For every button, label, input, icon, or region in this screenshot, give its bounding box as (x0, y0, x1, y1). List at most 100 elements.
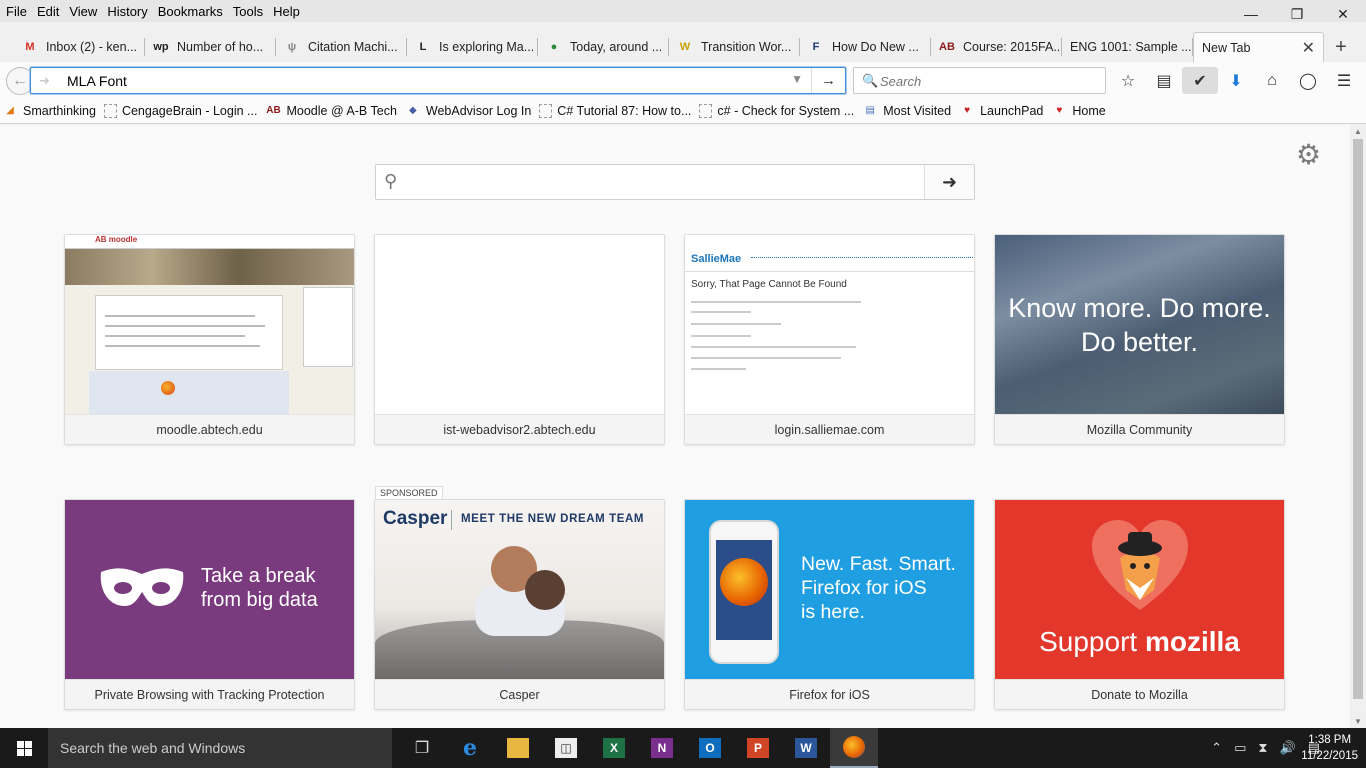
navigation-bar: ← ➜ MLA Font ▼ → 🔍 Search ☆ ▤ ✔ ⬇ ⌂ ◯ ☰ (0, 62, 1366, 98)
forward-arrow-icon[interactable]: ➜ (39, 73, 50, 89)
globe-icon: ● (550, 41, 558, 53)
bookmark-item[interactable]: ◆ WebAdvisor Log In (405, 103, 531, 119)
blank-page-icon (699, 103, 713, 118)
tray-expand-icon[interactable]: ⌃ (1211, 740, 1222, 756)
tile-moodle[interactable]: AB moodle moodle.abtech.edu (64, 234, 355, 445)
clock[interactable]: 1:38 PM 11/22/2015 (1301, 732, 1358, 764)
browser-tab[interactable]: L Is exploring Ma... (407, 32, 538, 62)
bookmark-label: Home (1072, 103, 1106, 118)
error-heading: Sorry, That Page Cannot Be Found (691, 279, 847, 290)
taskbar-search-box[interactable]: Search the web and Windows (48, 728, 392, 768)
pocket-icon[interactable]: ✔ (1182, 67, 1218, 94)
bookmark-label: Most Visited (883, 103, 952, 118)
heart-fox-icon (1092, 520, 1188, 610)
edge-icon[interactable]: e (446, 728, 494, 768)
close-window-button[interactable]: ✕ (1320, 0, 1366, 28)
tile-private-browsing[interactable]: Take a break from big data Private Brows… (64, 499, 355, 710)
bookmark-item[interactable]: ♥ LaunchPad (959, 103, 1043, 119)
casper-tagline: MEET THE NEW DREAM TEAM (461, 513, 645, 525)
reading-list-icon[interactable]: ▤ (1146, 67, 1182, 94)
battery-icon[interactable]: ▭ (1234, 740, 1246, 756)
newtab-search-go-button[interactable]: ➜ (924, 165, 974, 199)
support-mozilla-banner: Support mozilla (1039, 626, 1240, 657)
browser-tab[interactable]: AB Course: 2015FA... (931, 32, 1062, 62)
start-button[interactable] (0, 728, 48, 768)
moodle-logo: AB moodle (65, 235, 354, 249)
bookmark-item[interactable]: c# - Check for System ... (699, 103, 854, 118)
tab-label: ENG 1001: Sample ... (1070, 40, 1192, 54)
browser-tab[interactable]: ● Today, around ... (538, 32, 669, 62)
tab-label: Citation Machi... (308, 40, 398, 54)
tile-label: login.salliemae.com (685, 414, 974, 444)
close-tab-icon[interactable]: ✕ (1302, 38, 1315, 58)
bookmark-label: C# Tutorial 87: How to... (557, 103, 692, 118)
url-input[interactable]: MLA Font (67, 73, 127, 89)
browser-tab[interactable]: M Inbox (2) - ken... (14, 32, 145, 62)
scrollbar-thumb[interactable] (1353, 139, 1363, 699)
browser-tab[interactable]: ENG 1001: Sample ... (1062, 32, 1193, 62)
bookmark-item[interactable]: ♥ Home (1051, 103, 1105, 119)
bookmark-star-icon[interactable]: ☆ (1110, 67, 1146, 94)
firefox-taskbar-icon[interactable] (830, 728, 878, 768)
menu-bookmarks[interactable]: Bookmarks (153, 4, 228, 19)
sponsored-badge: SPONSORED (375, 486, 443, 500)
url-history-dropdown-icon[interactable]: ▼ (791, 72, 803, 86)
firefox-logo-icon (161, 381, 175, 395)
bookmark-item[interactable]: ◢ Smarthinking (2, 103, 96, 119)
browser-tab[interactable]: W Transition Wor... (669, 32, 800, 62)
hamburger-menu-icon[interactable]: ☰ (1326, 67, 1362, 94)
url-go-button[interactable]: → (811, 68, 845, 93)
file-explorer-icon[interactable] (494, 728, 542, 768)
citation-machine-icon: ψ (287, 41, 297, 53)
bookmark-label: Moodle @ A-B Tech (286, 103, 397, 118)
menu-history[interactable]: History (102, 4, 152, 19)
word-icon[interactable]: W (782, 728, 830, 768)
outlook-icon[interactable]: O (686, 728, 734, 768)
onenote-icon[interactable]: N (638, 728, 686, 768)
tab-label: Is exploring Ma... (439, 40, 535, 54)
tab-new-tab-active[interactable]: New Tab ✕ (1193, 32, 1324, 62)
search-placeholder[interactable]: Search (880, 74, 921, 89)
downloads-icon[interactable]: ⬇ (1218, 67, 1254, 94)
volume-icon[interactable]: 🔊 (1280, 740, 1296, 756)
menu-tools[interactable]: Tools (228, 4, 268, 19)
menu-file[interactable]: File (0, 4, 32, 19)
customize-gear-icon[interactable]: ⚙ (1296, 138, 1321, 171)
home-icon[interactable]: ⌂ (1254, 67, 1290, 94)
store-icon[interactable]: ◫ (542, 728, 590, 768)
menu-view[interactable]: View (64, 4, 102, 19)
bookmark-item[interactable]: AB Moodle @ A-B Tech (265, 103, 397, 119)
search-bar[interactable]: 🔍 Search (853, 67, 1106, 94)
excel-icon[interactable]: X (590, 728, 638, 768)
tile-thumbnail: Take a break from big data (65, 500, 354, 679)
tile-webadvisor[interactable]: ist-webadvisor2.abtech.edu (374, 234, 665, 445)
vertical-scrollbar[interactable]: ▲ ▼ (1350, 125, 1366, 728)
scroll-up-icon[interactable]: ▲ (1354, 127, 1362, 136)
browser-tab[interactable]: ψ Citation Machi... (276, 32, 407, 62)
url-bar[interactable]: ➜ MLA Font ▼ → (30, 67, 846, 94)
tab-label: Number of ho... (177, 40, 264, 54)
bookmark-item[interactable]: CengageBrain - Login ... (103, 103, 257, 118)
bookmark-item[interactable]: C# Tutorial 87: How to... (539, 103, 692, 118)
clock-date: 11/22/2015 (1301, 750, 1358, 762)
tile-casper[interactable]: Casper MEET THE NEW DREAM TEAM Casper (374, 499, 665, 710)
tile-mozilla-community[interactable]: Know more. Do more. Do better. Mozilla C… (994, 234, 1285, 445)
menu-edit[interactable]: Edit (32, 4, 64, 19)
newtab-search-box[interactable]: ⚲ ➜ (375, 164, 975, 200)
new-tab-plus-icon[interactable]: + (1324, 32, 1358, 62)
tile-firefox-ios[interactable]: New. Fast. Smart. Firefox for iOS is her… (684, 499, 975, 710)
restore-button[interactable]: ❐ (1274, 0, 1320, 28)
tile-donate-mozilla[interactable]: Support mozilla Donate to Mozilla (994, 499, 1285, 710)
wifi-icon[interactable]: ⧗ (1258, 740, 1267, 756)
browser-tab[interactable]: wp Number of ho... (145, 32, 276, 62)
powerpoint-icon[interactable]: P (734, 728, 782, 768)
tile-salliemae[interactable]: SallieMae Sorry, That Page Cannot Be Fou… (684, 234, 975, 445)
browser-tab[interactable]: F How Do New ... (800, 32, 931, 62)
scroll-down-icon[interactable]: ▼ (1354, 717, 1362, 726)
bookmark-item[interactable]: ▤ Most Visited (862, 103, 952, 119)
minimize-button[interactable]: — (1228, 0, 1274, 28)
menu-help[interactable]: Help (268, 4, 305, 19)
hello-chat-icon[interactable]: ◯ (1290, 67, 1326, 94)
salliemae-logo: SallieMae (691, 253, 742, 265)
task-view-icon[interactable]: ❐ (398, 728, 446, 768)
